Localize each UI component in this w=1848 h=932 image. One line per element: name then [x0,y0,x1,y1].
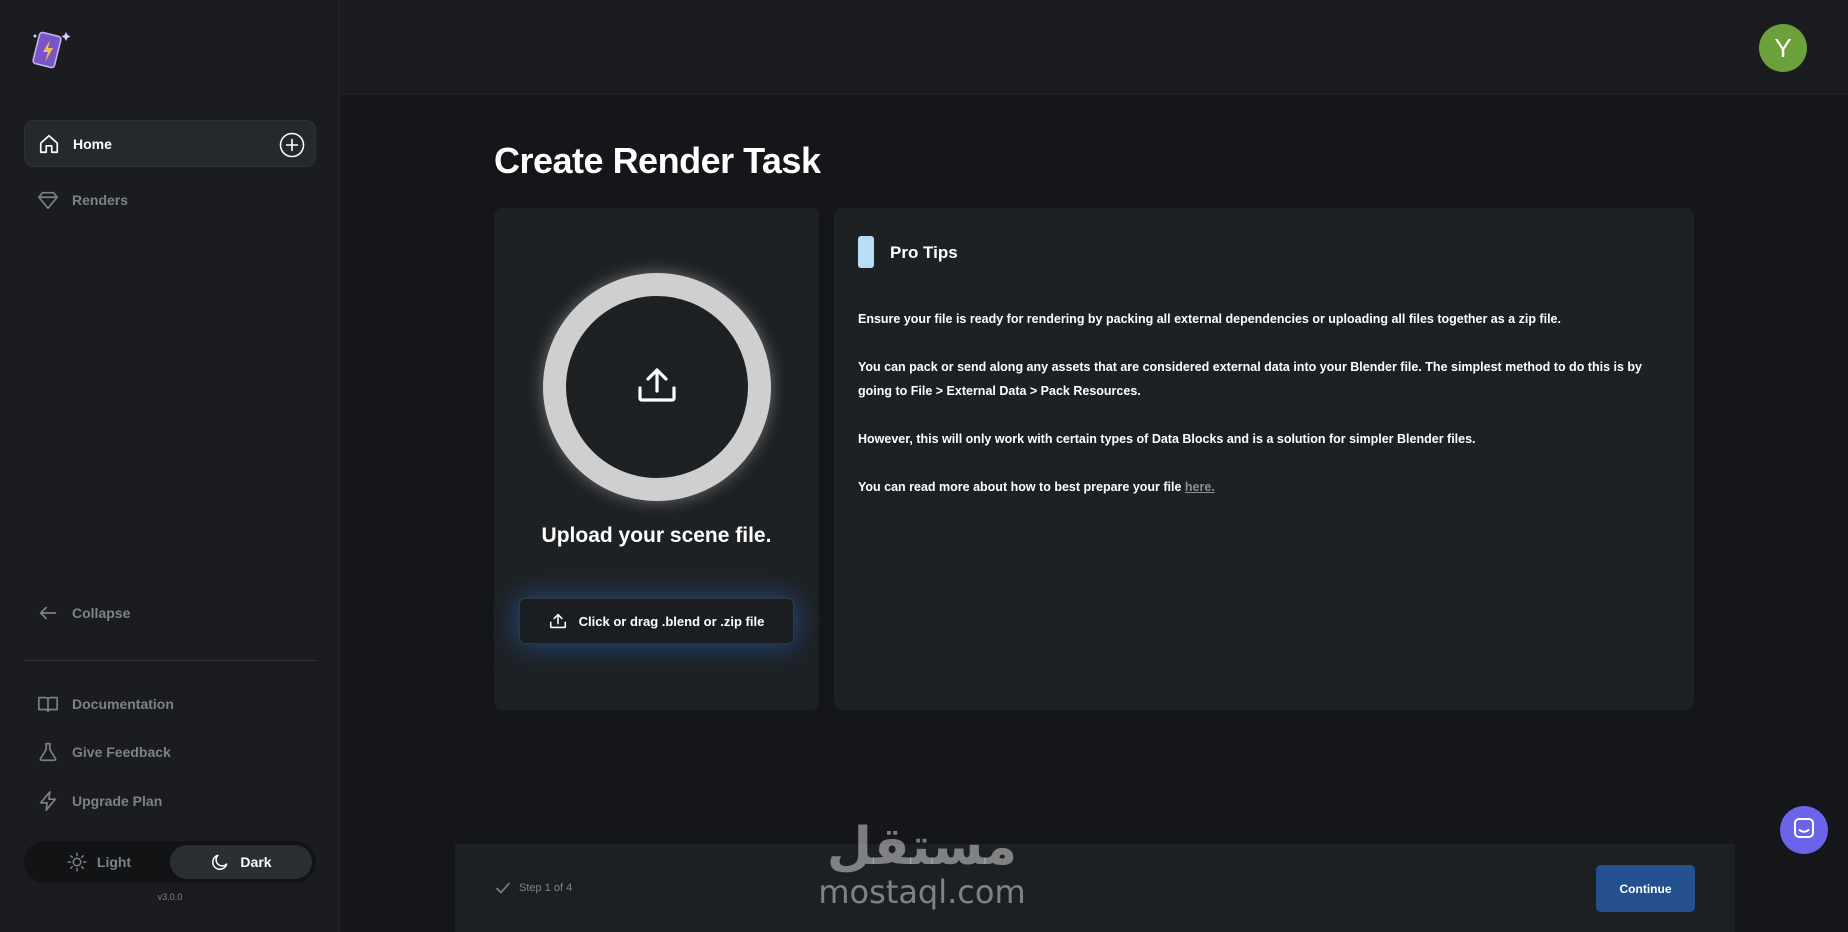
sidebar-item-renders[interactable]: Renders [24,176,316,223]
collapse-label: Collapse [72,604,131,621]
sidebar-item-label: Give Feedback [72,743,171,760]
sidebar-item-label: Renders [72,191,129,208]
tips-body: Ensure your file is ready for rendering … [858,307,1678,523]
watermark-logo: مستقل mostaql.com [792,820,1052,920]
book-icon [36,692,60,716]
sidebar-item-upgrade-plan[interactable]: Upgrade Plan [24,777,316,824]
watermark-arabic: مستقل [826,817,1018,877]
sidebar-item-label: Upgrade Plan [72,792,163,809]
pro-tips-card: Pro Tips Ensure your file is ready for r… [834,208,1694,710]
arrow-left-icon [36,601,60,625]
theme-dark-option[interactable]: Dark [170,845,312,879]
chat-icon [1792,816,1816,845]
tips-paragraph: However, this will only work with certai… [858,432,1476,446]
top-bar: Y [341,0,1848,95]
collapse-button[interactable]: Collapse [24,589,316,636]
bolt-icon [36,789,60,813]
sidebar-item-label: Documentation [72,695,174,712]
prepare-file-link[interactable]: here. [1185,480,1215,494]
sidebar: Home Renders Collapse Documentation Give… [0,0,340,932]
theme-light-option[interactable]: Light [28,845,170,879]
moon-icon [210,852,230,872]
sidebar-item-documentation[interactable]: Documentation [24,680,316,727]
upload-button-label: Click or drag .blend or .zip file [578,613,765,629]
add-icon[interactable] [279,132,305,158]
upload-title: Upload your scene file. [541,524,772,547]
wizard-footer: Step 1 of 4 Continue [455,844,1735,932]
upload-card[interactable]: Upload your scene file. Click or drag .b… [494,208,819,710]
watermark-latin: mostaql.com [818,873,1026,911]
home-icon [37,132,61,156]
upload-dropzone[interactable] [543,273,771,501]
theme-toggle: Light Dark [24,841,316,883]
sidebar-item-label: Home [73,135,112,152]
theme-dark-label: Dark [240,854,272,870]
tips-marker [858,236,874,268]
sun-icon [67,852,87,872]
sidebar-item-give-feedback[interactable]: Give Feedback [24,728,316,775]
upload-icon [549,613,567,629]
tips-paragraph: Ensure your file is ready for rendering … [858,312,1561,326]
sidebar-divider [24,660,316,661]
tips-paragraph: You can pack or send along any assets th… [858,360,1642,398]
page-title: Create Render Task [494,140,821,181]
tips-title: Pro Tips [890,243,958,262]
upload-file-button[interactable]: Click or drag .blend or .zip file [519,598,794,644]
upload-icon [636,367,678,408]
sidebar-item-home[interactable]: Home [24,120,316,167]
flask-icon [36,740,60,764]
tips-paragraph-text: You can read more about how to best prep… [858,480,1185,494]
app-logo[interactable] [30,26,74,72]
avatar[interactable]: Y [1759,24,1807,72]
step-indicator: Step 1 of 4 [495,881,572,895]
check-icon [495,881,511,895]
step-label: Step 1 of 4 [519,882,573,894]
tips-paragraph: You can read more about how to best prep… [858,475,1678,499]
chat-launcher-button[interactable] [1780,806,1828,854]
version-label: v3.0.0 [157,892,183,902]
continue-button[interactable]: Continue [1596,865,1695,912]
gem-icon [36,188,60,212]
theme-light-label: Light [96,854,132,870]
